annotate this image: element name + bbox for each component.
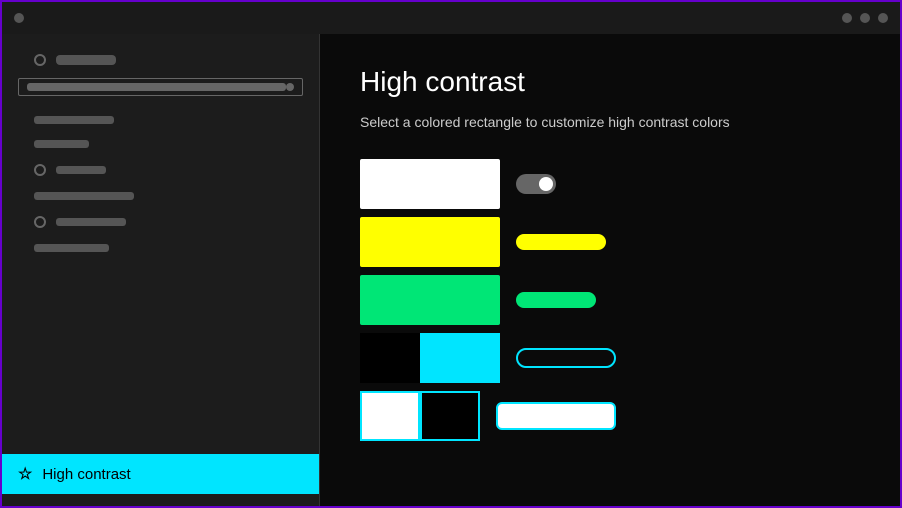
title-bar-left [14, 13, 24, 23]
toggle-knob [539, 177, 553, 191]
sidebar-item-label [56, 218, 126, 226]
sidebar-item-7[interactable] [18, 236, 303, 260]
sidebar-item-6[interactable] [18, 208, 303, 236]
dual-rect-container [360, 333, 500, 383]
sidebar-item-5[interactable] [18, 184, 303, 208]
toggle-switch[interactable] [516, 174, 556, 194]
color-swatch-green[interactable] [360, 275, 500, 325]
title-bar-dot [14, 13, 24, 23]
color-row-4 [360, 332, 860, 384]
search-icon [286, 83, 294, 91]
color-label-yellow [516, 234, 606, 250]
main-content: ☆ High contrast High contrast Select a c… [2, 34, 900, 506]
color-swatch-black-border[interactable] [360, 333, 420, 383]
high-contrast-icon: ☆ [18, 464, 32, 484]
row5-rect-container [360, 391, 480, 441]
color-label-white-fill [496, 402, 616, 430]
minimize-button[interactable] [842, 13, 852, 23]
sidebar-top [2, 46, 319, 272]
close-button[interactable] [878, 13, 888, 23]
color-swatch-white-bordered[interactable] [360, 391, 420, 441]
window: ☆ High contrast High contrast Select a c… [2, 2, 900, 506]
radio-circle [34, 164, 46, 176]
sidebar: ☆ High contrast [2, 34, 320, 506]
sidebar-item-1[interactable] [18, 46, 303, 74]
sidebar-item-2[interactable] [18, 108, 303, 132]
sidebar-item-label [34, 140, 89, 148]
sidebar-item-label [34, 244, 109, 252]
color-row-5 [360, 390, 860, 442]
page-subtitle: Select a colored rectangle to customize … [360, 114, 860, 130]
sidebar-active-item-high-contrast[interactable]: ☆ High contrast [2, 454, 319, 494]
radio-circle [34, 216, 46, 228]
color-swatch-cyan[interactable] [420, 333, 500, 383]
color-swatch-yellow[interactable] [360, 217, 500, 267]
sidebar-item-label [56, 55, 116, 65]
page-title: High contrast [360, 66, 860, 98]
sidebar-active-label: High contrast [42, 466, 130, 483]
color-swatch-white[interactable] [360, 159, 500, 209]
search-input-placeholder [27, 83, 286, 91]
sidebar-search-box[interactable] [18, 78, 303, 96]
title-bar [2, 2, 900, 34]
color-row-1 [360, 158, 860, 210]
color-label-green [516, 292, 596, 308]
sidebar-item-label [56, 166, 106, 174]
color-row-3 [360, 274, 860, 326]
sidebar-item-4[interactable] [18, 156, 303, 184]
sidebar-item-3[interactable] [18, 132, 303, 156]
sidebar-item-label [34, 192, 134, 200]
radio-circle [34, 54, 46, 66]
title-bar-right [842, 13, 888, 23]
color-row-2 [360, 216, 860, 268]
color-swatch-black-bordered[interactable] [420, 391, 480, 441]
right-panel: High contrast Select a colored rectangle… [320, 34, 900, 506]
maximize-button[interactable] [860, 13, 870, 23]
sidebar-item-label [34, 116, 114, 124]
color-label-outline-cyan [516, 348, 616, 368]
color-rows [360, 158, 860, 442]
